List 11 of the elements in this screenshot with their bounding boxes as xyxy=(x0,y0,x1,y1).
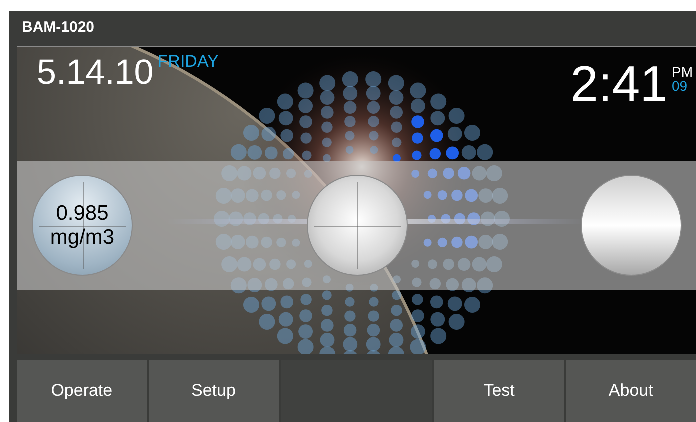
menu-button[interactable]: About xyxy=(566,360,696,422)
clock-time: 2:41 xyxy=(570,59,668,109)
seconds-label: 09 xyxy=(672,79,689,93)
date-label: 5.14.10 xyxy=(37,53,154,93)
reading-value: 0.985 xyxy=(56,202,109,226)
unit-label: mg/m3 xyxy=(50,226,115,250)
meridiem-label: PM xyxy=(672,65,693,79)
menu-button[interactable]: Operate xyxy=(17,360,147,422)
menu-button[interactable]: Test xyxy=(434,360,564,422)
menu-button[interactable]: Setup xyxy=(148,360,279,422)
window-title: BAM-1020 xyxy=(22,18,95,38)
